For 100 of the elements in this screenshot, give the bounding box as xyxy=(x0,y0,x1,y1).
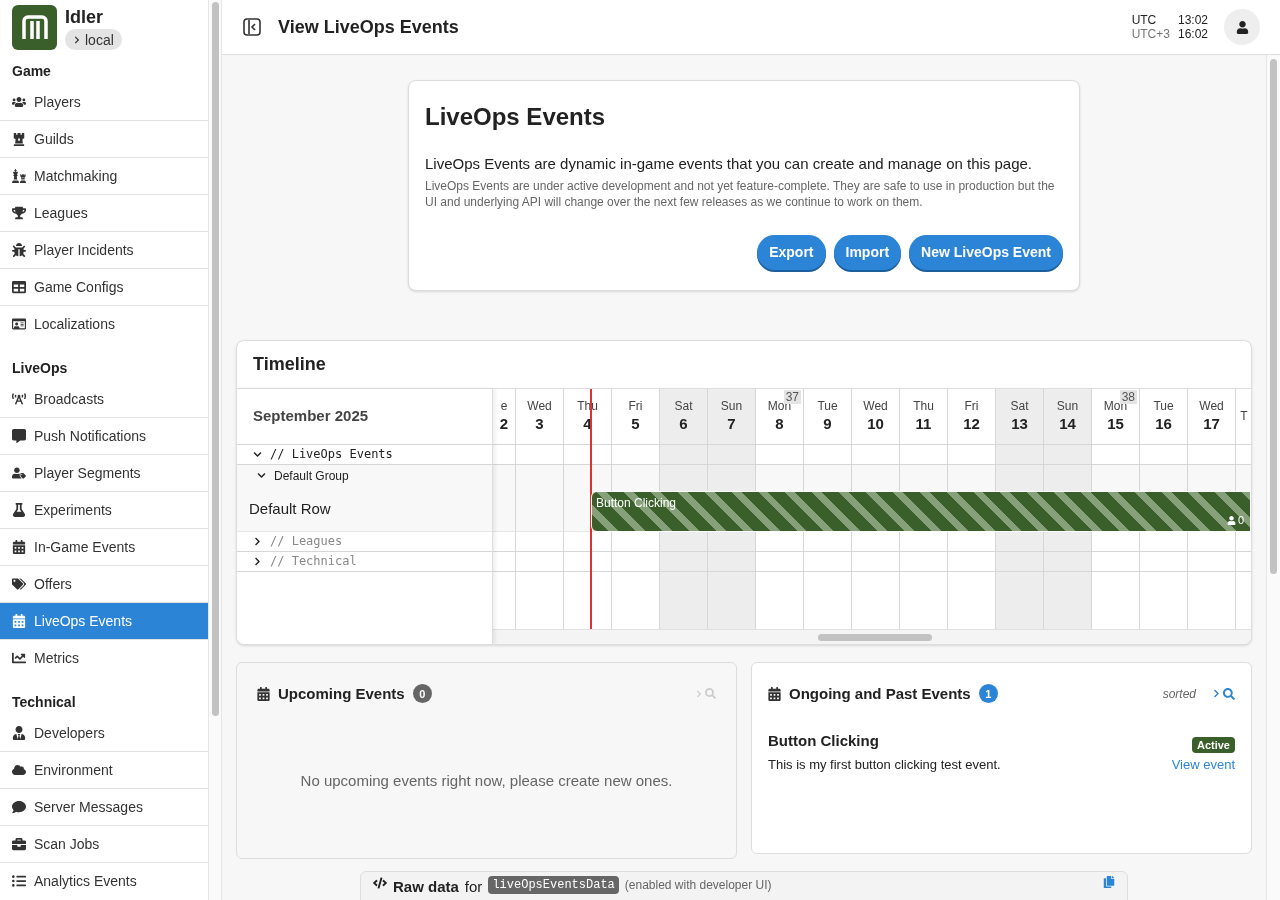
sidebar-scrollbar[interactable] xyxy=(208,0,222,900)
day-number: 14 xyxy=(1059,414,1076,434)
panel-title: Upcoming Events xyxy=(278,683,405,704)
day-number: 17 xyxy=(1203,414,1220,434)
sidebar-item[interactable]: Metrics xyxy=(0,640,208,677)
users-icon xyxy=(12,95,26,109)
view-event-link[interactable]: View event xyxy=(1171,754,1235,774)
participant-count: 0 xyxy=(1237,513,1244,528)
bug-icon xyxy=(12,243,26,257)
search-toggle-icon[interactable] xyxy=(1212,687,1235,700)
month-label: September 2025 xyxy=(253,405,369,426)
chess-icon xyxy=(12,169,26,183)
day-name: T xyxy=(1240,408,1248,424)
scrollbar-thumb[interactable] xyxy=(818,633,932,641)
chevron-down-icon[interactable] xyxy=(257,471,266,480)
person-icon xyxy=(1226,515,1236,525)
panel-title: Ongoing and Past Events xyxy=(789,683,971,704)
intro-note: LiveOps Events are under active development and not yet feature-complete. They are safe to use in production but the UI and underlying API will change over the next few releases as we continue to work on them. xyxy=(425,177,1056,210)
week-number: 37 xyxy=(783,389,801,404)
chevron-right-icon[interactable] xyxy=(253,556,262,566)
day-number: 6 xyxy=(679,414,688,434)
scrollbar-thumb[interactable] xyxy=(212,2,219,716)
section-heading: LiveOps xyxy=(11,359,69,378)
day-name: Tue xyxy=(1153,398,1174,414)
tags-icon xyxy=(12,577,26,591)
sidebar-item[interactable]: Push Notifications xyxy=(0,418,208,455)
action-button[interactable]: Export xyxy=(757,234,826,270)
flask-icon xyxy=(12,503,26,517)
group-label[interactable]: // Leagues xyxy=(270,532,343,550)
group-label[interactable]: // Technical xyxy=(270,552,357,570)
sidebar-item[interactable]: LiveOps Events xyxy=(0,603,208,640)
calendar-icon xyxy=(257,686,270,701)
day-number: 16 xyxy=(1155,414,1172,434)
timeline-title: Timeline xyxy=(237,340,1251,389)
day-number: 9 xyxy=(823,414,832,434)
event-title: Button Clicking xyxy=(768,731,880,751)
user-avatar-button[interactable] xyxy=(1224,9,1260,45)
raw-data-title: Raw data xyxy=(393,876,459,897)
sidebar-item[interactable]: Game Configs xyxy=(0,269,208,306)
rook-icon xyxy=(12,132,26,146)
page-title: View LiveOps Events xyxy=(278,16,459,39)
chat-bubble-icon xyxy=(12,800,26,814)
action-button[interactable]: New LiveOps Event xyxy=(909,234,1063,270)
row-label: Default Row xyxy=(249,498,331,519)
week-number: 38 xyxy=(1119,389,1137,404)
day-number: 11 xyxy=(915,414,932,434)
antenna-icon xyxy=(12,392,26,406)
chevron-down-icon[interactable] xyxy=(253,449,262,459)
cloud-icon xyxy=(12,763,26,777)
count-badge: 0 xyxy=(412,684,432,704)
day-name: Fri xyxy=(628,398,643,414)
timezone-label: UTC+3 xyxy=(1131,27,1170,41)
sidebar-toggle-icon[interactable] xyxy=(242,17,262,37)
briefcase-icon xyxy=(12,837,26,851)
day-number: 3 xyxy=(535,414,544,434)
scrollbar-thumb[interactable] xyxy=(1270,59,1277,574)
calendar-icon xyxy=(768,686,781,701)
trophy-icon xyxy=(12,206,26,220)
day-name: Fri xyxy=(964,398,979,414)
environment-badge[interactable]: local xyxy=(65,29,122,50)
person-icon xyxy=(12,726,26,740)
event-bar-title: Button Clicking xyxy=(596,494,677,512)
day-number: 10 xyxy=(867,414,884,434)
id-card-icon xyxy=(12,317,26,331)
sidebar-item[interactable]: Localizations xyxy=(0,306,208,343)
sidebar-item[interactable]: Analytics Events xyxy=(0,863,208,900)
group-label[interactable]: // LiveOps Events xyxy=(270,445,393,463)
empty-message: No upcoming events right now, please create new ones. xyxy=(299,771,674,791)
intro-text: LiveOps Events are dynamic in-game events that you can create and manage on this page. xyxy=(425,154,1034,174)
event-bar[interactable]: Button Clicking 0 xyxy=(591,490,1251,532)
user-tag-icon xyxy=(12,466,26,480)
chat-bubble-icon xyxy=(12,429,26,443)
chevron-right-icon[interactable] xyxy=(253,536,262,546)
day-number: 15 xyxy=(1107,414,1124,434)
subgroup-label[interactable]: Default Group xyxy=(274,466,349,485)
day-name: Wed xyxy=(527,398,552,414)
day-name: Sun xyxy=(720,398,743,414)
sidebar-item[interactable]: In-Game Events xyxy=(0,529,208,566)
day-name: Wed xyxy=(863,398,888,414)
user-icon xyxy=(1235,20,1249,34)
day-number: 13 xyxy=(1011,414,1028,434)
day-name: Thu xyxy=(913,398,934,414)
raw-data-bar[interactable]: Raw data for liveOpsEventsData (enabled with developer UI) xyxy=(360,870,1128,900)
status-badge: Active xyxy=(1191,736,1235,753)
horizontal-scrollbar[interactable] xyxy=(493,628,1251,644)
action-button[interactable]: Import xyxy=(833,234,902,270)
search-toggle-icon[interactable] xyxy=(695,688,716,700)
day-name: Sat xyxy=(674,398,693,414)
calendar-icon xyxy=(12,614,26,628)
count-badge: 1 xyxy=(978,684,998,704)
intro-title: LiveOps Events xyxy=(425,102,607,132)
section-heading: Technical xyxy=(11,693,77,712)
table-icon xyxy=(12,280,26,294)
day-number: 2 xyxy=(499,414,509,434)
sidebar-item[interactable]: Server Messages xyxy=(0,789,208,826)
day-number: 8 xyxy=(775,414,784,434)
day-number: 5 xyxy=(631,414,640,434)
day-name: Tue xyxy=(817,398,838,414)
main-scrollbar[interactable] xyxy=(1266,55,1280,900)
copy-icon xyxy=(1103,875,1115,888)
